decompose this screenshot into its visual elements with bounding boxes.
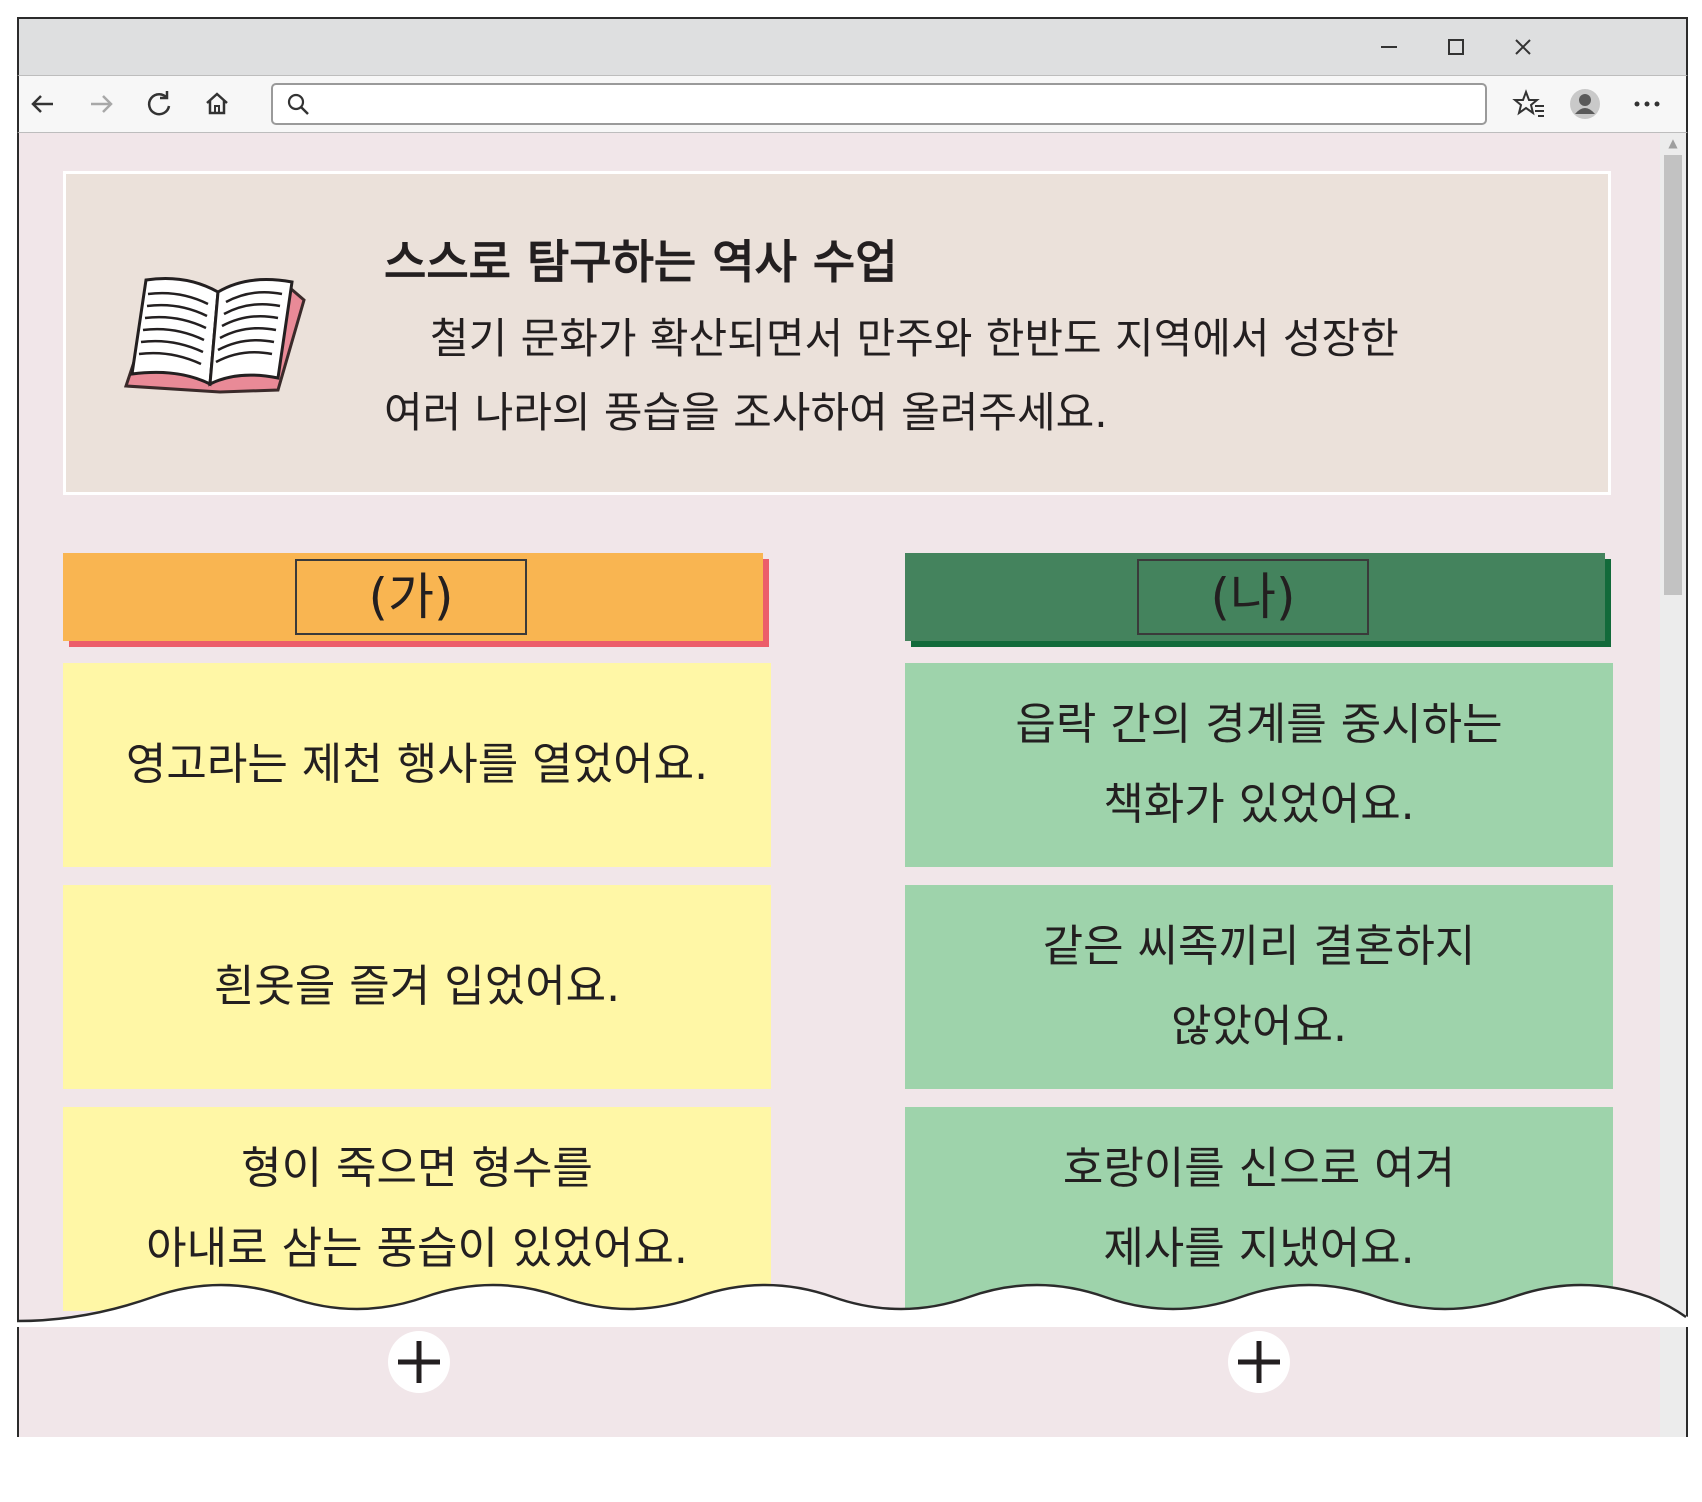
address-bar[interactable]	[271, 83, 1487, 125]
add-post-button-a[interactable]	[388, 1331, 450, 1393]
card-line: 호랑이를 신으로 여겨	[1062, 1143, 1456, 1194]
column-label-a: (가)	[295, 559, 527, 635]
browser-toolbar	[17, 75, 1688, 133]
card-line: 영고라는 제천 행사를 열었어요.	[125, 739, 709, 790]
browser-window: 스스로 탐구하는 역사 수업 철기 문화가 확산되면서 만주와 한반도 지역에서…	[17, 17, 1688, 1437]
card-line: 않았어요.	[1171, 1001, 1347, 1052]
column-header-b: (나)	[905, 553, 1605, 641]
card-line: 흰옷을 즐겨 입었어요.	[213, 961, 621, 1012]
scroll-thumb[interactable]	[1664, 155, 1682, 595]
prompt-line: 여러 나라의 풍습을 조사하여 올려주세요.	[384, 388, 1108, 437]
close-icon[interactable]	[1503, 29, 1543, 65]
post-card[interactable]: 읍락 간의 경계를 중시하는 책화가 있었어요.	[905, 663, 1613, 867]
home-icon[interactable]	[199, 86, 235, 122]
post-card[interactable]: 같은 씨족끼리 결혼하지 않았어요.	[905, 885, 1613, 1089]
page-content: 스스로 탐구하는 역사 수업 철기 문화가 확산되면서 만주와 한반도 지역에서…	[17, 133, 1688, 1437]
vertical-scrollbar[interactable]: ▲	[1660, 133, 1686, 1437]
profile-avatar-icon[interactable]	[1567, 86, 1603, 122]
add-post-button-b[interactable]	[1228, 1331, 1290, 1393]
column-label-b: (나)	[1137, 559, 1369, 635]
address-input[interactable]	[321, 89, 1475, 121]
card-text: 같은 씨족끼리 결혼하지 않았어요.	[1043, 907, 1476, 1067]
card-text: 호랑이를 신으로 여겨 제사를 지냈어요.	[1063, 1129, 1455, 1289]
minimize-icon[interactable]	[1369, 29, 1409, 65]
card-line: 읍락 간의 경계를 중시하는	[1015, 699, 1503, 750]
favorites-star-icon[interactable]	[1511, 86, 1547, 122]
post-card[interactable]: 영고라는 제천 행사를 열었어요.	[63, 663, 771, 867]
card-text: 흰옷을 즐겨 입었어요.	[214, 947, 620, 1027]
more-menu-icon[interactable]	[1629, 86, 1665, 122]
torn-edge-decoration	[17, 1277, 1688, 1327]
reload-icon[interactable]	[141, 86, 177, 122]
card-line: 책화가 있었어요.	[1103, 779, 1415, 830]
open-book-icon	[123, 277, 306, 394]
post-card[interactable]: 흰옷을 즐겨 입었어요.	[63, 885, 771, 1089]
prompt-line: 철기 문화가 확산되면서 만주와 한반도 지역에서 성장한	[430, 314, 1399, 363]
scroll-up-icon[interactable]: ▲	[1660, 135, 1686, 151]
card-line: 같은 씨족끼리 결혼하지	[1042, 921, 1476, 972]
back-arrow-icon[interactable]	[25, 86, 61, 122]
plus-icon	[1238, 1341, 1280, 1383]
card-line: 형이 죽으면 형수를	[241, 1143, 593, 1194]
card-text: 형이 죽으면 형수를 아내로 삼는 풍습이 있었어요.	[146, 1129, 688, 1289]
card-text: 읍락 간의 경계를 중시하는 책화가 있었어요.	[1015, 685, 1502, 845]
forward-arrow-icon[interactable]	[83, 86, 119, 122]
prompt-title: 스스로 탐구하는 역사 수업	[384, 235, 898, 289]
search-icon	[287, 93, 309, 115]
maximize-icon[interactable]	[1436, 29, 1476, 65]
assignment-prompt: 스스로 탐구하는 역사 수업 철기 문화가 확산되면서 만주와 한반도 지역에서…	[63, 171, 1611, 495]
plus-icon	[398, 1341, 440, 1383]
column-header-a: (가)	[63, 553, 763, 641]
card-text: 영고라는 제천 행사를 열었어요.	[126, 725, 708, 805]
title-bar	[17, 17, 1688, 75]
prompt-body: 철기 문화가 확산되면서 만주와 한반도 지역에서 성장한 여러 나라의 풍습을…	[384, 302, 1574, 450]
